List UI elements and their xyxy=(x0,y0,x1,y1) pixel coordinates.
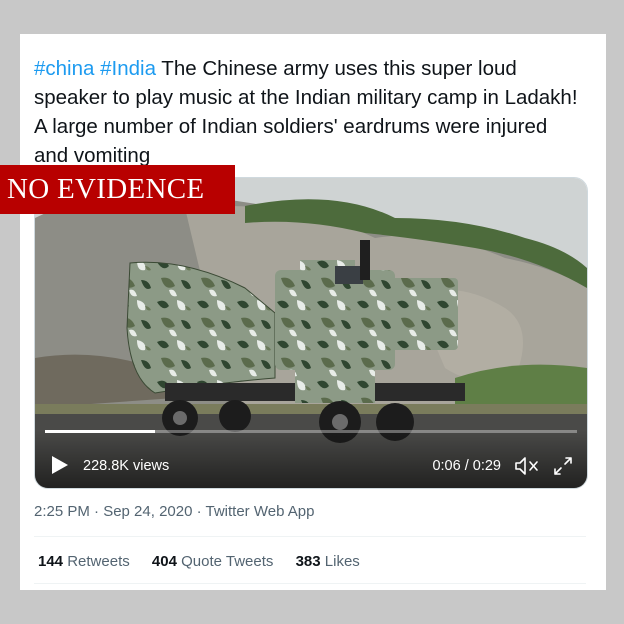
fact-check-label: NO EVIDENCE xyxy=(7,173,205,205)
video-controls: 228.8K views 0:06 / 0:29 xyxy=(35,430,587,488)
hashtag-india-link[interactable]: #India xyxy=(100,57,156,80)
tweet-card: #china #India The Chinese army uses this… xyxy=(20,34,606,590)
quote-tweets-stat[interactable]: 404 Quote Tweets xyxy=(152,553,273,570)
likes-stat[interactable]: 383 Likes xyxy=(296,553,360,570)
video-progress-fill xyxy=(45,430,156,433)
hashtag-china-link[interactable]: #china xyxy=(34,57,94,80)
view-count: 228.8K views xyxy=(83,458,170,474)
retweets-count: 144 xyxy=(38,553,64,570)
likes-label: Likes xyxy=(324,553,360,570)
tweet-timestamp[interactable]: 2:25 PM · Sep 24, 2020 · Twitter Web App xyxy=(34,503,314,520)
fact-check-badge: NO EVIDENCE xyxy=(0,165,235,214)
divider xyxy=(34,583,586,584)
retweets-stat[interactable]: 144 Retweets xyxy=(38,553,130,570)
likes-count: 383 xyxy=(295,553,321,570)
tweet-text: #china #India The Chinese army uses this… xyxy=(34,54,586,170)
video-progress-bar[interactable] xyxy=(45,430,577,433)
video-time: 0:06 / 0:29 xyxy=(432,458,501,474)
quote-tweets-count: 404 xyxy=(151,553,177,570)
mute-icon[interactable] xyxy=(515,456,539,476)
retweets-label: Retweets xyxy=(67,553,130,570)
quote-tweets-label: Quote Tweets xyxy=(181,553,274,570)
tweet-stats: 144 Retweets 404 Quote Tweets 383 Likes xyxy=(38,553,378,570)
video-player[interactable]: 228.8K views 0:06 / 0:29 xyxy=(34,177,588,489)
fullscreen-icon[interactable] xyxy=(553,456,573,476)
play-icon[interactable] xyxy=(51,455,69,475)
divider xyxy=(34,536,586,537)
